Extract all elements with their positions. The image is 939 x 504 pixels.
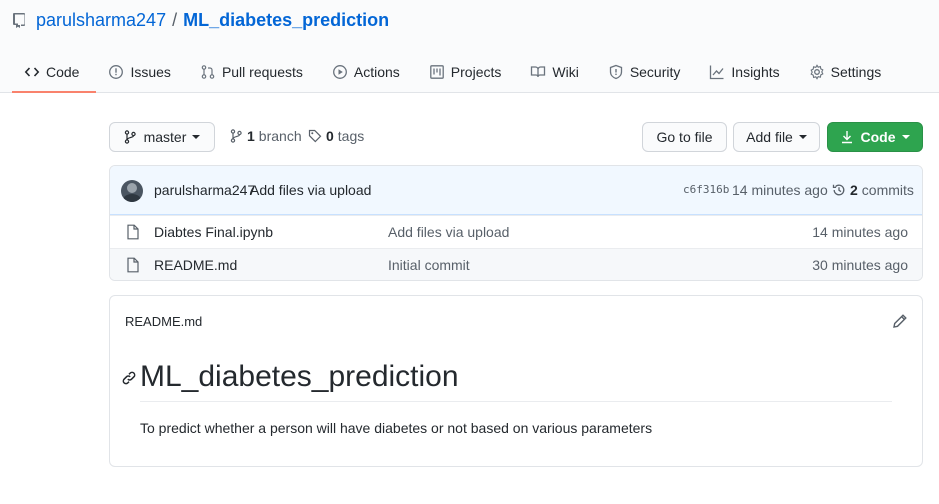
file-browser: parulsharma247 Add files via upload c6f3… [109,165,923,281]
pencil-icon[interactable] [892,313,908,329]
tab-label: Code [46,64,80,80]
graph-icon [709,64,725,80]
repo-title: parulsharma247 / ML_diabetes_prediction [12,8,389,32]
branch-word: branch [258,128,302,144]
tab-label: Security [629,64,681,80]
go-to-file-button[interactable]: Go to file [642,122,727,152]
commits-history-link[interactable]: 2 commits [832,182,914,198]
tab-pull-requests[interactable]: Pull requests [188,52,320,92]
chevron-down-icon [901,135,910,139]
tab-insights[interactable]: Insights [697,52,796,92]
readme-heading: ML_diabetes_prediction [140,360,459,393]
repo-header: parulsharma247 / ML_diabetes_prediction … [0,0,939,93]
file-icon [127,224,139,240]
tab-settings[interactable]: Settings [797,52,899,92]
tab-label: Actions [353,64,400,80]
branch-select-button[interactable]: master [109,122,215,152]
file-name-link[interactable]: Diabtes Final.ipynb [154,224,273,240]
file-age: 30 minutes ago [812,257,908,273]
add-file-button[interactable]: Add file [733,122,820,152]
chevron-down-icon [192,135,201,139]
tags-link[interactable]: 0 tags [308,127,364,145]
download-icon [841,131,852,144]
tab-label: Issues [130,64,171,80]
heading-divider [140,401,892,402]
branches-link[interactable]: 1 branch [230,127,302,145]
tab-actions[interactable]: Actions [320,52,417,92]
tab-label: Insights [731,64,780,80]
code-download-button[interactable]: Code [827,122,923,152]
commit-count: 2 [850,182,858,198]
repo-icon [13,13,25,28]
repo-name-link[interactable]: ML_diabetes_prediction [183,10,389,31]
branch-name: master [143,129,187,145]
readme-panel: README.md ML_diabetes_prediction To pred… [109,295,923,467]
link-icon[interactable] [121,370,137,386]
play-icon [332,64,348,80]
file-row[interactable]: Diabtes Final.ipynb Add files via upload… [110,215,922,248]
tab-wiki[interactable]: Wiki [518,52,595,92]
commit-age: 14 minutes ago [732,182,828,198]
commit-sha-link[interactable]: c6f316b [683,183,729,196]
commit-message-link[interactable]: Add files via upload [250,182,371,198]
avatar[interactable] [121,180,143,202]
repo-owner-link[interactable]: parulsharma247 [36,10,166,31]
code-icon [24,64,40,80]
tab-label: Projects [450,64,502,80]
file-age: 14 minutes ago [812,224,908,240]
history-icon [832,184,845,196]
tab-label: Pull requests [221,64,303,80]
shield-icon [608,64,624,80]
book-icon [530,64,546,80]
tab-issues[interactable]: Issues [96,52,187,92]
tab-security[interactable]: Security [596,52,698,92]
readme-filename: README.md [125,314,203,329]
add-file-label: Add file [746,129,793,145]
branch-icon [124,130,136,144]
project-icon [429,64,445,80]
tag-icon [308,129,322,143]
issue-icon [108,64,124,80]
file-row[interactable]: README.md Initial commit 30 minutes ago [110,248,922,280]
tab-code[interactable]: Code [12,52,97,93]
code-button-label: Code [860,129,896,145]
commit-author-link[interactable]: parulsharma247 [154,182,255,198]
pull-request-icon [200,64,216,80]
chevron-down-icon [798,135,807,139]
tab-label: Wiki [552,64,579,80]
file-name-link[interactable]: README.md [154,257,237,273]
file-commit-message-link[interactable]: Initial commit [388,257,470,273]
branch-count: 1 [247,128,255,144]
tab-projects[interactable]: Projects [417,52,519,92]
go-to-file-label: Go to file [656,129,713,145]
repo-nav-tabs: Code Issues Pull requests Actions Projec… [12,52,898,93]
branch-icon [230,129,242,143]
tag-word: tags [337,128,365,144]
gear-icon [809,64,825,80]
file-icon [127,257,139,273]
tag-count: 0 [326,128,334,144]
file-commit-message-link[interactable]: Add files via upload [388,224,509,240]
repo-separator: / [172,9,178,30]
latest-commit-bar: parulsharma247 Add files via upload c6f3… [110,166,922,215]
readme-paragraph: To predict whether a person will have di… [140,420,653,436]
tab-label: Settings [830,64,882,80]
commit-word: commits [861,182,914,198]
